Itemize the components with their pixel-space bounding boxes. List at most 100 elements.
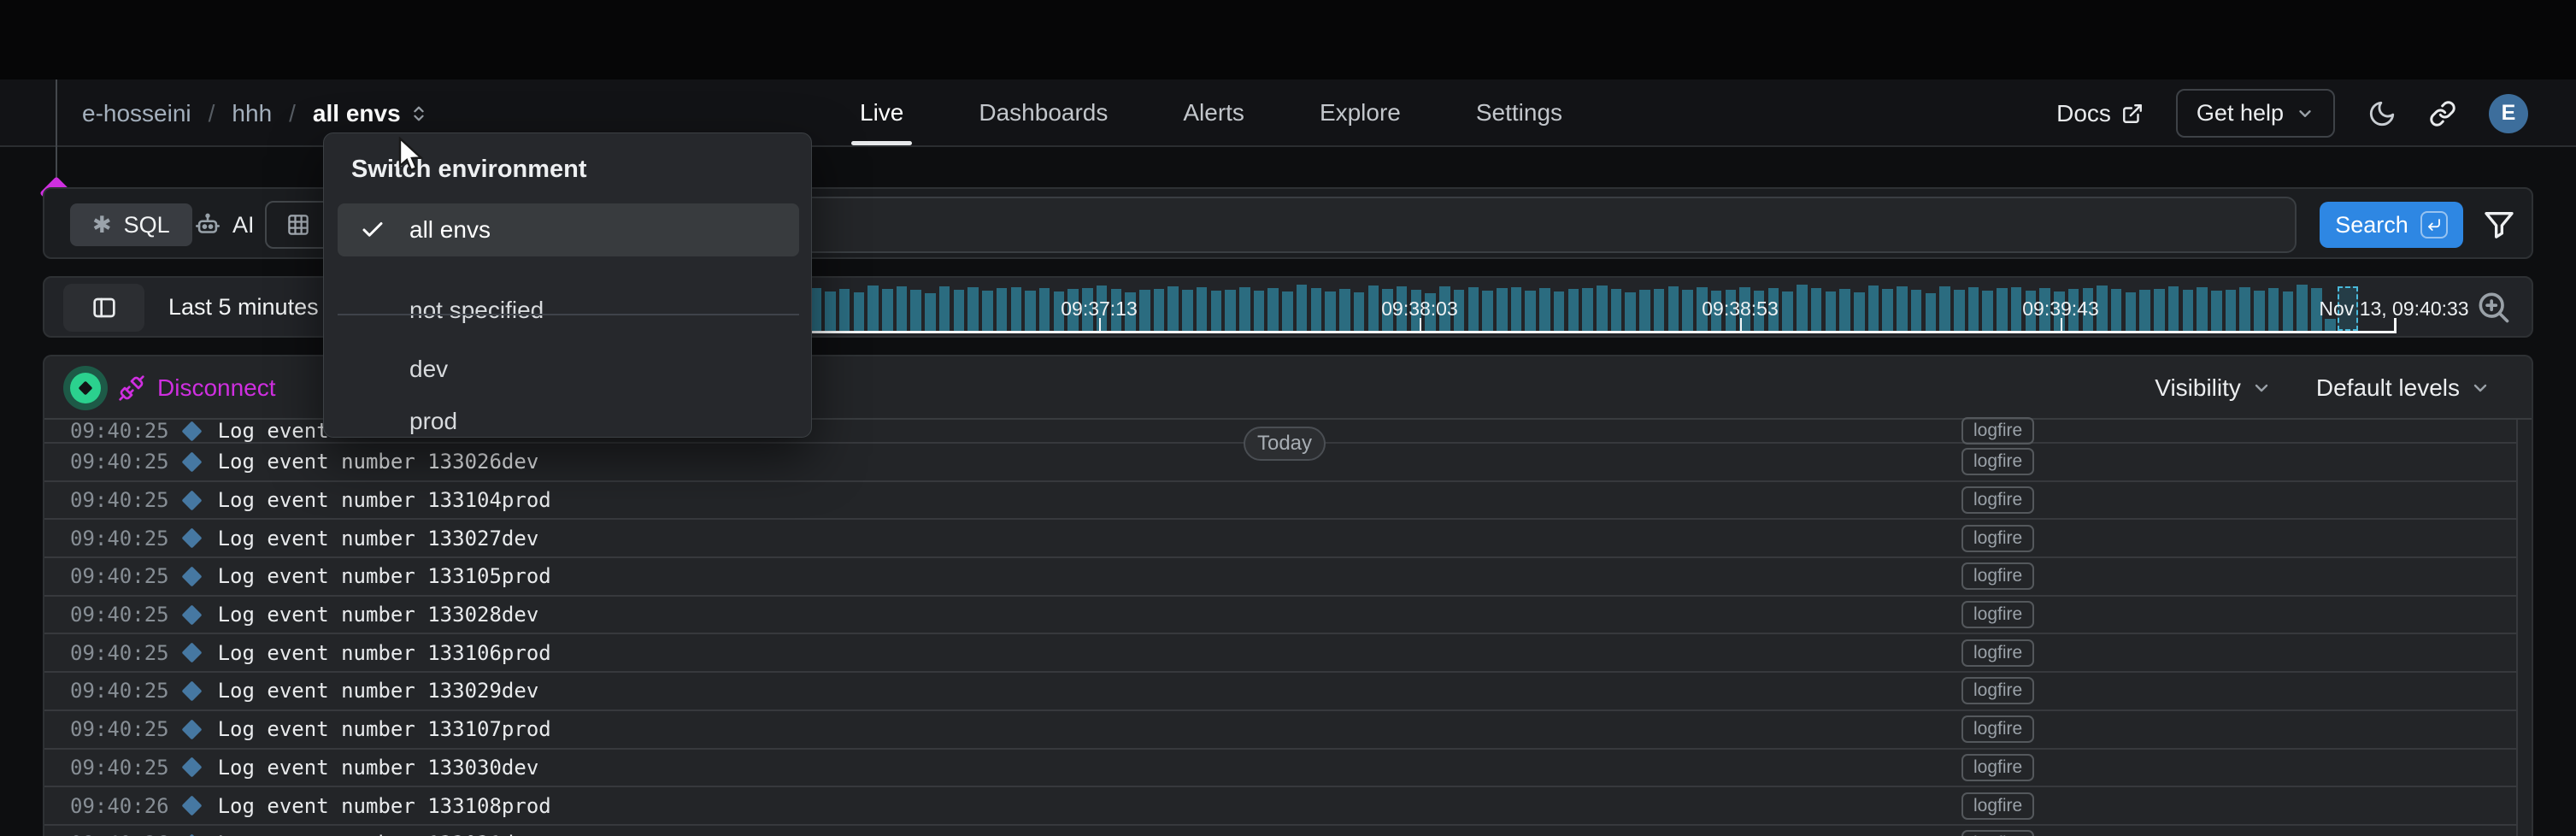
env-option-all-envs[interactable]: all envs — [338, 203, 799, 256]
visibility-dropdown[interactable]: Visibility — [2155, 374, 2272, 402]
histogram-bar — [2111, 289, 2122, 331]
histogram-bar — [1568, 289, 1579, 331]
histogram-bar — [1325, 291, 1336, 331]
env-option-label: not specified — [409, 297, 544, 324]
breadcrumb-separator: / — [209, 100, 215, 127]
histogram-bar — [2325, 319, 2336, 331]
histogram-bar — [1554, 291, 1565, 331]
tab-live[interactable]: Live — [856, 79, 907, 145]
today-separator-badge: Today — [1244, 427, 1326, 461]
log-row[interactable]: 09:40:25Log event number 133107prodlogfi… — [44, 711, 2516, 750]
navbar-right: Docs Get help E — [2056, 79, 2528, 147]
histogram-bar — [1039, 288, 1050, 331]
histogram-bar — [1782, 291, 1793, 331]
timeline-tick-label: 09:38:03 — [1381, 297, 1458, 321]
scrollbar-gutter[interactable] — [2516, 420, 2533, 836]
service-badge[interactable]: logfire — [1961, 830, 2034, 836]
service-badge[interactable]: logfire — [1961, 525, 2034, 552]
user-avatar[interactable]: E — [2489, 94, 2528, 133]
log-timestamp: 09:40:25 — [70, 527, 169, 550]
log-message: Log event number 133031dev — [218, 832, 539, 836]
service-badge[interactable]: logfire — [1961, 486, 2034, 514]
env-option-not-specified[interactable]: not specified — [338, 284, 799, 337]
histogram-bar — [1654, 289, 1665, 331]
histogram-bar — [939, 286, 950, 331]
mouse-cursor — [395, 137, 429, 174]
log-row[interactable]: 09:40:25Log event number 133029devlogfir… — [44, 673, 2516, 711]
filter-funnel-icon[interactable] — [2482, 208, 2516, 242]
service-badge[interactable]: logfire — [1961, 448, 2034, 475]
log-row[interactable]: 09:40:26Log event number 133108prodlogfi… — [44, 787, 2516, 826]
sql-mode-button[interactable]: ✱ SQL — [70, 203, 192, 246]
unfold-chevrons-icon — [409, 104, 428, 123]
dark-mode-moon-icon[interactable] — [2367, 99, 2397, 128]
search-button[interactable]: Search — [2320, 202, 2463, 248]
log-row[interactable]: 09:40:25Log event number 133106prodlogfi… — [44, 634, 2516, 673]
default-levels-dropdown[interactable]: Default levels — [2316, 374, 2491, 402]
histogram-bar — [1525, 291, 1536, 331]
histogram-bar — [1625, 292, 1636, 331]
get-help-button[interactable]: Get help — [2176, 89, 2335, 138]
histogram-bar — [1839, 289, 1850, 331]
panel-left-icon — [91, 294, 118, 321]
histogram-bar — [1597, 286, 1608, 331]
log-message: Log event number 133104prod — [218, 488, 551, 512]
histogram-bar — [2211, 291, 2222, 331]
service-badge[interactable]: logfire — [1961, 639, 2034, 667]
histogram-bar — [1197, 287, 1208, 331]
disconnect-button[interactable]: Disconnect — [118, 356, 276, 420]
histogram-bar — [1011, 287, 1022, 331]
tab-alerts[interactable]: Alerts — [1179, 79, 1248, 145]
log-row[interactable]: 09:40:25Log event number 133105prodlogfi… — [44, 558, 2516, 597]
environment-selector[interactable]: all envs — [313, 100, 428, 127]
histogram-bar — [1339, 289, 1350, 331]
log-timestamp: 09:40:25 — [70, 603, 169, 627]
log-message: Log event number 133107prod — [218, 717, 551, 741]
histogram-bar — [2168, 286, 2179, 331]
log-row[interactable]: 09:40:25Log event number 133030devlogfir… — [44, 750, 2516, 788]
log-row[interactable]: 09:40:26Log event number 133031devlogfir… — [44, 826, 2516, 836]
service-badge[interactable]: logfire — [1961, 792, 2034, 820]
histogram-bar — [1897, 286, 1908, 331]
panel-left-toggle-button[interactable] — [63, 284, 144, 332]
tab-explore[interactable]: Explore — [1316, 79, 1404, 145]
histogram-bar — [1811, 288, 1822, 331]
service-badge[interactable]: logfire — [1961, 601, 2034, 628]
service-badge[interactable]: logfire — [1961, 715, 2034, 743]
log-row[interactable]: 09:40:25Log event number 133027devlogfir… — [44, 520, 2516, 558]
histogram-bar — [1539, 288, 1550, 331]
timeline-tick-mark — [1740, 318, 1742, 332]
time-range-selector[interactable]: Last 5 minutes — [168, 278, 346, 336]
env-option-prod[interactable]: prod — [338, 395, 799, 448]
zoom-in-icon[interactable] — [2474, 288, 2512, 326]
log-level-diamond-icon — [181, 490, 202, 510]
ai-mode-button[interactable]: AI — [181, 203, 267, 246]
service-badge[interactable]: logfire — [1961, 677, 2034, 704]
docs-link[interactable]: Docs — [2056, 100, 2144, 127]
env-option-label: all envs — [409, 216, 491, 244]
histogram-bar — [1954, 290, 1965, 331]
histogram-bar — [1982, 291, 1993, 331]
service-badge[interactable]: logfire — [1961, 562, 2034, 590]
log-level-diamond-icon — [181, 451, 202, 472]
histogram-bar — [1139, 290, 1150, 331]
tab-settings[interactable]: Settings — [1473, 79, 1566, 145]
log-row[interactable]: 09:40:25Log event number 133104prodlogfi… — [44, 482, 2516, 521]
service-badge[interactable]: logfire — [1961, 417, 2034, 444]
env-option-dev[interactable]: dev — [338, 343, 799, 396]
histogram-bar — [1297, 285, 1308, 331]
env-option-label: prod — [409, 408, 457, 435]
histogram-bar — [1826, 291, 1837, 331]
histogram-bar — [1868, 286, 1879, 331]
histogram-bar — [1482, 291, 1493, 331]
service-badge[interactable]: logfire — [1961, 754, 2034, 781]
breadcrumb-project[interactable]: hhh — [232, 100, 272, 127]
tab-dashboards[interactable]: Dashboards — [975, 79, 1111, 145]
log-row[interactable]: 09:40:25Log event number 133028devlogfir… — [44, 597, 2516, 635]
log-level-diamond-icon — [181, 643, 202, 663]
share-link-icon[interactable] — [2429, 100, 2456, 127]
env-option-label: dev — [409, 356, 448, 383]
histogram-bar — [1311, 288, 1322, 331]
histogram-bar — [1182, 290, 1193, 331]
breadcrumb-org[interactable]: e-hosseini — [82, 100, 191, 127]
